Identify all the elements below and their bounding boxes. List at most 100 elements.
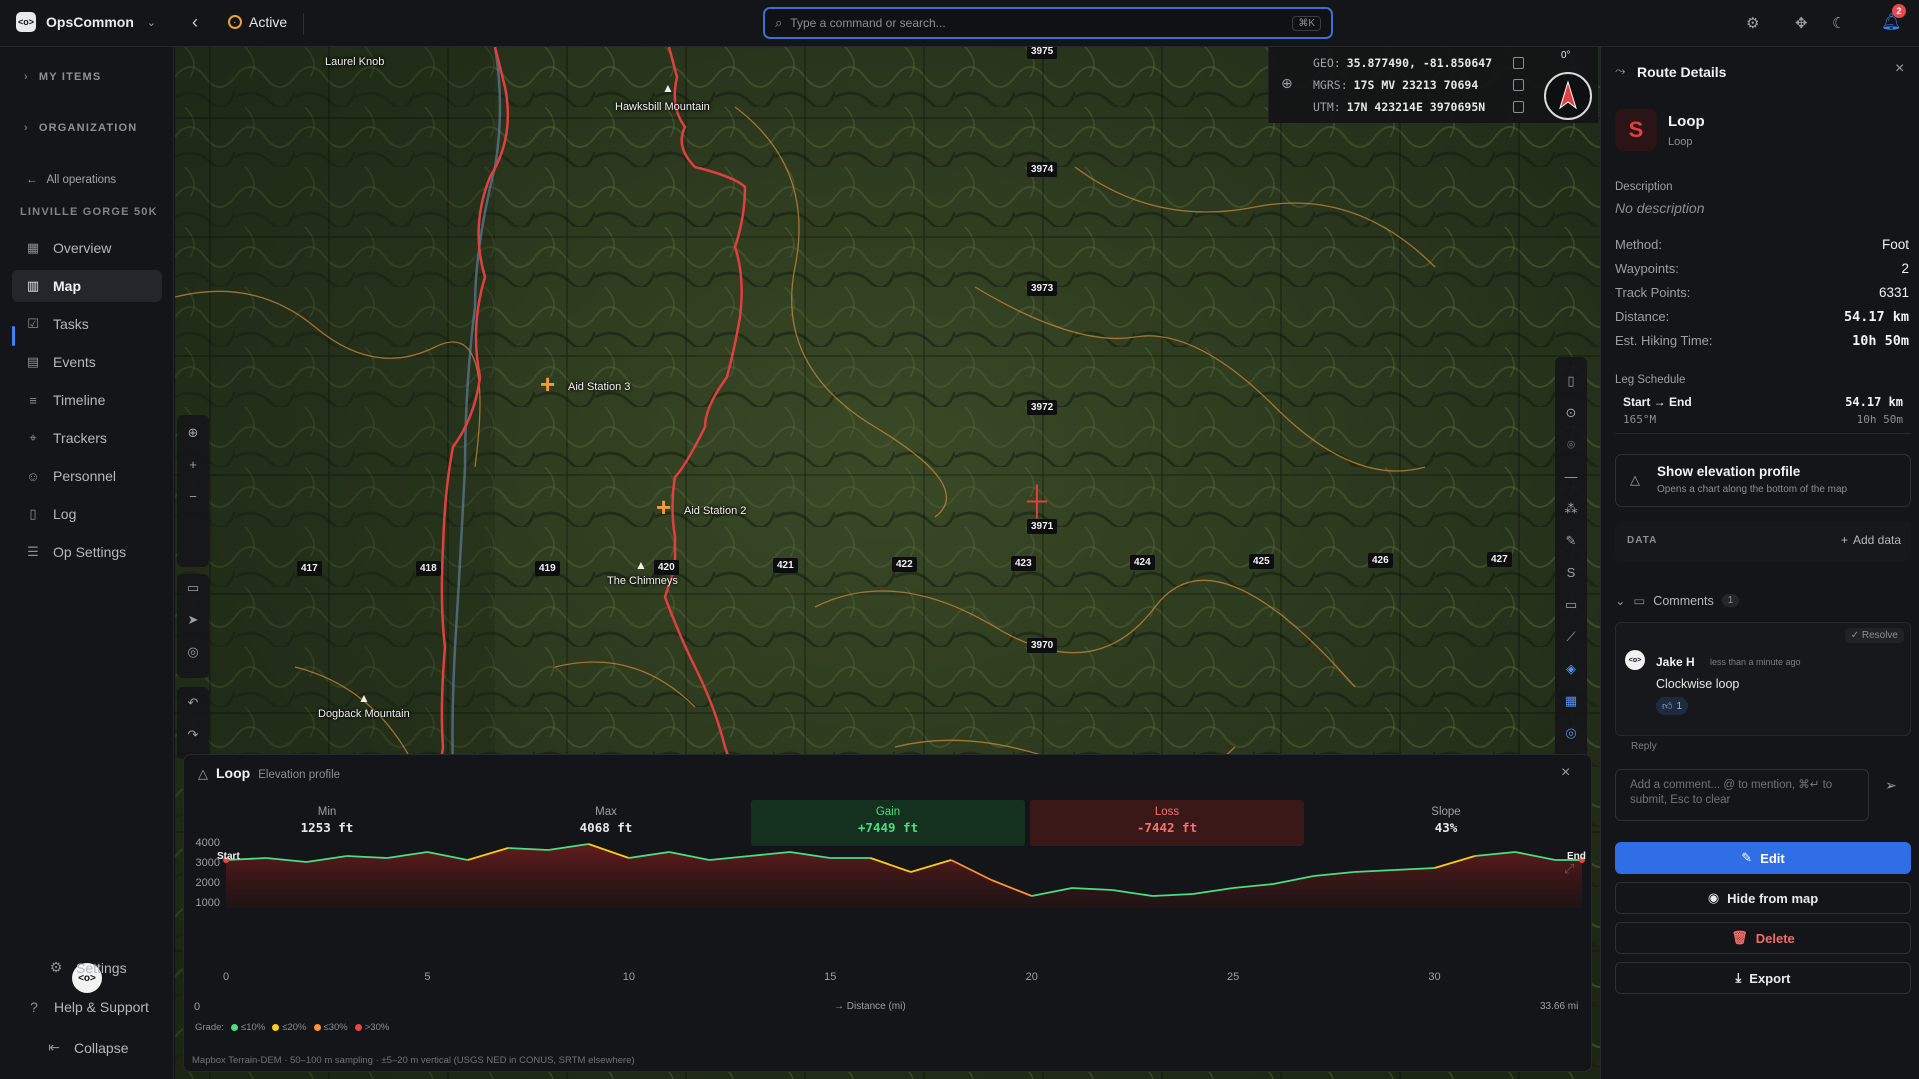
sidebar-item-events[interactable]: ▤ Events [12,346,162,378]
button-label: Hide from map [1727,890,1819,906]
button-label: Edit [1760,850,1785,866]
thumbs-up-icon: 👍︎ [1662,701,1673,712]
sidebar-item-timeline[interactable]: ≡ Timeline [12,384,162,416]
place-label: Laurel Knob [325,56,385,68]
grid-label-east: 426 [1368,553,1393,568]
zoom-in-button[interactable]: + [177,457,209,472]
app-logo: <o> [16,12,36,32]
comment-icon[interactable]: ▭ [177,580,209,596]
redo-icon[interactable]: ↷ [177,727,209,743]
note-icon[interactable]: ▭ [1555,597,1587,613]
comment-time: less than a minute ago [1710,657,1801,667]
broadcast-icon[interactable]: ◎ [177,644,209,660]
resolve-button[interactable]: ✓ Resolve [1844,628,1904,643]
panel-toggle-icon[interactable]: ▯ [1555,373,1587,389]
x-tick-label: 0 [223,971,229,983]
sidebar-item-overview[interactable]: ▦ Overview [12,232,162,264]
search-icon: ⌕ [775,15,783,30]
grid-overlay-icon[interactable]: ▦ [1555,693,1587,709]
search-input[interactable] [790,16,1285,30]
route-details-panel: ⤳ Route Details × S Loop Loop Descriptio… [1600,47,1919,1079]
hide-from-map-button[interactable]: ◉ Hide from map [1615,882,1911,914]
target-icon[interactable]: ⊙ [1555,405,1587,421]
undo-icon[interactable]: ↶ [177,695,209,711]
show-elevation-button[interactable]: △ Show elevation profile Opens a chart a… [1615,454,1911,507]
sidebar-item-personnel[interactable]: ☺ Personnel [12,460,162,492]
elevation-area [226,844,1582,908]
sidebar-item-map[interactable]: ▥ Map [12,270,162,302]
back-button[interactable]: ‹ [192,12,198,32]
edit-button[interactable]: ✎ Edit [1615,842,1911,874]
add-data-button[interactable]: + Add data [1841,533,1901,547]
org-switcher[interactable]: <o> OpsCommon ⌄ [16,12,156,32]
tag-icon[interactable]: ◈ [1555,661,1587,677]
my-items-section[interactable]: › MY ITEMS [24,71,101,83]
link-label: Help & Support [54,999,149,1015]
sidebar-item-log[interactable]: ▯ Log [12,498,162,530]
aid-station-marker[interactable]: + [656,494,671,520]
reaction-chip[interactable]: 👍︎ 1 [1656,697,1689,715]
copy-icon[interactable] [1513,79,1524,91]
route-type-icon: S [1615,109,1657,151]
pencil-icon: ✎ [1741,850,1753,865]
delete-button[interactable]: 🗑︎ Delete [1615,922,1911,954]
aid-station-label: Aid Station 2 [684,505,747,517]
moon-icon[interactable]: ☾ [1832,14,1845,32]
grid-label-east: 419 [535,561,560,576]
leg-row: Start → End 165°M 54.17 km 10h 50m [1615,392,1911,434]
elevation-chart[interactable]: 1000200030004000 0 5 10 15 20 25 30 [184,830,1593,1070]
grid-label-east: 427 [1487,552,1512,567]
help-icon: ? [30,999,38,1015]
settings-link[interactable]: ⚙ Settings [48,959,127,976]
comments-header[interactable]: ⌄ ▭ Comments 1 [1615,593,1740,608]
y-tick-label: 2000 [196,877,220,889]
route-name: Loop [1668,113,1705,130]
gear-icon[interactable]: ⚙ [1746,14,1759,32]
zoom-out-button[interactable]: − [177,489,209,504]
aid-station-marker[interactable]: + [540,371,555,397]
pin-icon[interactable]: ⌾ [1555,437,1587,453]
chevron-down-icon: ⌄ [146,16,156,29]
comment-input-box[interactable]: Add a comment... @ to mention, ⌘↵ to sub… [1615,769,1869,821]
reply-link[interactable]: Reply [1631,741,1657,752]
comment-text: Clockwise loop [1656,677,1740,691]
sidebar-item-trackers[interactable]: ⌖ Trackers [12,422,162,454]
move-icon[interactable]: ✥ [1795,14,1808,32]
sidebar-item-label: Log [53,506,77,522]
route-icon[interactable]: S [1555,565,1587,580]
person-icon: ☺ [26,468,40,484]
grade-dot [272,1024,280,1031]
sidebar-item-op-settings[interactable]: ☰ Op Settings [12,536,162,568]
line-icon[interactable]: — [1555,469,1587,484]
map-toolbar-mid: ▭ ➤ ◎ [177,574,209,678]
crosshair-toggle-icon[interactable]: ⊕ [1281,75,1293,92]
send-icon[interactable]: ➢ [1885,777,1897,794]
grade-label: ≤10% [241,1022,266,1033]
pointer-icon[interactable]: ➤ [177,612,209,628]
status-label: Active [249,14,288,30]
command-search[interactable]: ⌕ ⌘K [763,7,1333,39]
timeline-icon: ≡ [29,392,37,408]
close-icon[interactable]: × [1895,60,1904,78]
locate-icon[interactable]: ⊕ [177,425,209,441]
operation-status[interactable]: · Active [228,14,287,30]
compass[interactable] [1544,72,1592,120]
contour-icon[interactable]: ◎ [1555,725,1587,741]
all-operations-link[interactable]: ← All operations [26,174,116,186]
link-label: All operations [46,174,117,186]
shapes-icon[interactable]: ⁂ [1555,501,1587,517]
ruler-icon[interactable]: ⟋ [1555,629,1587,645]
organization-section[interactable]: › ORGANIZATION [24,122,137,134]
pencil-icon[interactable]: ✎ [1555,533,1587,549]
close-icon[interactable]: × [1561,764,1570,782]
arrow-left-icon: ← [26,174,38,186]
divider [303,13,304,35]
sidebar-item-label: Events [53,354,96,370]
copy-icon[interactable] [1513,101,1524,113]
help-link[interactable]: ? Help & Support [26,999,149,1015]
grid-label-east: 422 [892,557,917,572]
copy-icon[interactable] [1513,57,1524,69]
collapse-button[interactable]: ⇤ Collapse [46,1039,128,1056]
sidebar-item-tasks[interactable]: ☑ Tasks [12,308,162,340]
export-button[interactable]: ⤓ Export [1615,962,1911,994]
